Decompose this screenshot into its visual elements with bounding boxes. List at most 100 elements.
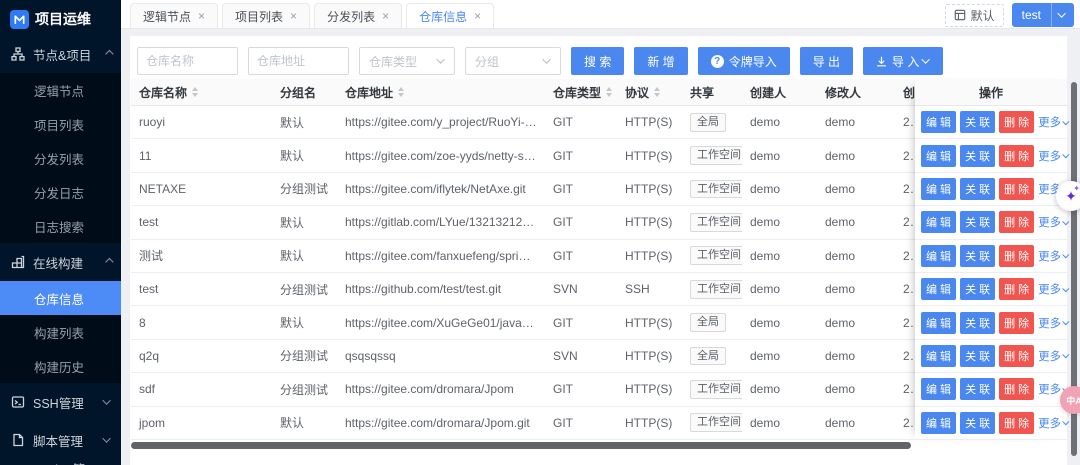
column-header-创[interactable]: 创 (895, 84, 915, 101)
more-dropdown[interactable]: 更多 (1038, 348, 1070, 364)
link-button[interactable]: 关 联 (960, 111, 996, 134)
more-dropdown[interactable]: 更多 (1038, 114, 1070, 130)
sidebar-item-项目列表[interactable]: 项目列表 (0, 107, 121, 141)
horizontal-scrollbar[interactable] (131, 442, 911, 449)
repo-type-select[interactable]: 仓库类型 (359, 47, 455, 75)
more-dropdown[interactable]: 更多 (1038, 248, 1070, 264)
delete-button[interactable]: 删 除 (999, 177, 1035, 200)
link-button[interactable]: 关 联 (960, 344, 996, 367)
more-dropdown[interactable]: 更多 (1038, 415, 1070, 431)
delete-button[interactable]: 删 除 (999, 244, 1035, 267)
column-header-分组名[interactable]: 分组名 (272, 84, 337, 101)
table-row[interactable]: jpom 默认 https://gitee.com/dromara/Jpom.g… (131, 407, 915, 440)
table-row[interactable]: 测试 默认 https://gitee.com/fanxuefeng/sprin… (131, 240, 915, 273)
delete-button[interactable]: 删 除 (999, 111, 1035, 134)
table-row[interactable]: NETAXE 分组测试 https://gitee.com/iflytek/Ne… (131, 173, 915, 207)
sidebar-group-在线构建[interactable]: 在线构建 (0, 243, 121, 281)
link-button[interactable]: 关 联 (960, 411, 996, 434)
delete-button[interactable]: 删 除 (999, 144, 1035, 167)
column-header-仓库地址[interactable]: 仓库地址 (337, 84, 545, 101)
edit-button[interactable]: 编 辑 (921, 278, 957, 301)
group-select[interactable]: 分组 (465, 47, 561, 75)
sidebar-group-SSH管理[interactable]: SSH管理 (0, 383, 121, 421)
sidebar-item-分发列表[interactable]: 分发列表 (0, 141, 121, 175)
sidebar-item-日志搜索[interactable]: 日志搜索 (0, 209, 121, 243)
add-button[interactable]: 新 增 (634, 47, 688, 75)
repo-address-input[interactable] (248, 47, 349, 75)
sort-icon[interactable] (654, 87, 661, 97)
export-button[interactable]: 导 出 (799, 47, 854, 75)
sidebar-group-节点&项目[interactable]: 节点&项目 (0, 35, 121, 73)
table-row[interactable]: test 默认 https://gitlab.com/LYue/13213212… (131, 206, 915, 240)
sparkle-small-icon: ✦ (1073, 184, 1080, 193)
link-button[interactable]: 关 联 (960, 244, 996, 267)
table-row[interactable]: 11 默认 https://gitee.com/zoe-yyds/netty-s… (131, 139, 915, 173)
table-scroll-area[interactable]: 仓库名称 分组名 仓库地址 仓库类型 协议 共享 创建人 修改人 创 ruoyi… (131, 79, 915, 440)
sidebar-item-逻辑节点[interactable]: 逻辑节点 (0, 73, 121, 107)
tab-逻辑节点[interactable]: 逻辑节点 × (130, 3, 219, 28)
table-row[interactable]: test 分组测试 https://github.com/test/test.g… (131, 273, 915, 307)
edit-button[interactable]: 编 辑 (921, 311, 957, 334)
edit-button[interactable]: 编 辑 (921, 344, 957, 367)
sidebar-item-构建列表[interactable]: 构建列表 (0, 315, 121, 349)
link-button[interactable]: 关 联 (960, 211, 996, 234)
edit-button[interactable]: 编 辑 (921, 177, 957, 200)
delete-button[interactable]: 删 除 (999, 211, 1035, 234)
column-header-仓库类型[interactable]: 仓库类型 (545, 84, 617, 101)
delete-button[interactable]: 删 除 (999, 278, 1035, 301)
tab-项目列表[interactable]: 项目列表 × (222, 3, 311, 28)
sidebar-item-仓库信息[interactable]: 仓库信息 (0, 281, 121, 315)
table-row[interactable]: q2q 分组测试 qsqsqssq SVN HTTP(S) 全局 demo de… (131, 340, 915, 374)
table-row[interactable]: 8 默认 https://gitee.com/XuGeGe01/java8.gi… (131, 306, 915, 340)
delete-button[interactable]: 删 除 (999, 411, 1035, 434)
link-button[interactable]: 关 联 (960, 177, 996, 200)
table-row[interactable]: sdf 分组测试 https://gitee.com/dromara/Jpom … (131, 373, 915, 407)
sidebar-group-Docker管理[interactable]: Docker管理 (0, 459, 121, 465)
column-header-创建人[interactable]: 创建人 (742, 84, 817, 101)
more-dropdown[interactable]: 更多 (1038, 315, 1070, 331)
sort-icon[interactable] (606, 87, 613, 97)
edit-button[interactable]: 编 辑 (921, 111, 957, 134)
user-caret[interactable] (1051, 3, 1074, 27)
tab-close-icon[interactable]: × (474, 10, 481, 22)
sidebar-item-构建历史[interactable]: 构建历史 (0, 349, 121, 383)
user-menu-button[interactable]: test (1011, 3, 1074, 27)
tab-close-icon[interactable]: × (382, 10, 389, 22)
edit-button[interactable]: 编 辑 (921, 244, 957, 267)
link-button[interactable]: 关 联 (960, 311, 996, 334)
workspace-selector[interactable]: 默认 (944, 3, 1004, 27)
edit-button[interactable]: 编 辑 (921, 211, 957, 234)
ai-assistant-button[interactable]: ✦ ✦ (1056, 181, 1080, 211)
column-header-协议[interactable]: 协议 (617, 84, 682, 101)
more-dropdown[interactable]: 更多 (1038, 281, 1070, 297)
delete-button[interactable]: 删 除 (999, 344, 1035, 367)
link-button[interactable]: 关 联 (960, 378, 996, 401)
tab-close-icon[interactable]: × (290, 10, 297, 22)
tab-分发列表[interactable]: 分发列表 × (314, 3, 403, 28)
link-button[interactable]: 关 联 (960, 144, 996, 167)
column-header-仓库名称[interactable]: 仓库名称 (131, 84, 272, 101)
tab-仓库信息[interactable]: 仓库信息 × (406, 3, 495, 28)
repo-name-input[interactable] (137, 47, 238, 75)
tab-close-icon[interactable]: × (198, 10, 205, 22)
column-header-修改人[interactable]: 修改人 (817, 84, 895, 101)
token-import-button[interactable]: ? 令牌导入 (697, 47, 790, 75)
link-button[interactable]: 关 联 (960, 278, 996, 301)
delete-button[interactable]: 删 除 (999, 378, 1035, 401)
sidebar-item-分发日志[interactable]: 分发日志 (0, 175, 121, 209)
sort-icon[interactable] (398, 87, 405, 97)
sort-icon[interactable] (192, 87, 199, 97)
search-button[interactable]: 搜 索 (571, 47, 625, 75)
import-button[interactable]: 导 入 (863, 47, 944, 75)
translate-button[interactable]: 中A (1060, 386, 1080, 414)
more-dropdown[interactable]: 更多 (1038, 148, 1070, 164)
column-header-共享[interactable]: 共享 (682, 84, 742, 101)
edit-button[interactable]: 编 辑 (921, 144, 957, 167)
edit-button[interactable]: 编 辑 (921, 378, 957, 401)
more-dropdown[interactable]: 更多 (1038, 214, 1070, 230)
delete-button[interactable]: 删 除 (999, 311, 1035, 334)
sidebar-group-脚本管理[interactable]: 脚本管理 (0, 421, 121, 459)
cell-group: 默认 (280, 215, 305, 230)
table-row[interactable]: ruoyi 默认 https://gitee.com/y_project/Ruo… (131, 106, 915, 140)
edit-button[interactable]: 编 辑 (921, 411, 957, 434)
